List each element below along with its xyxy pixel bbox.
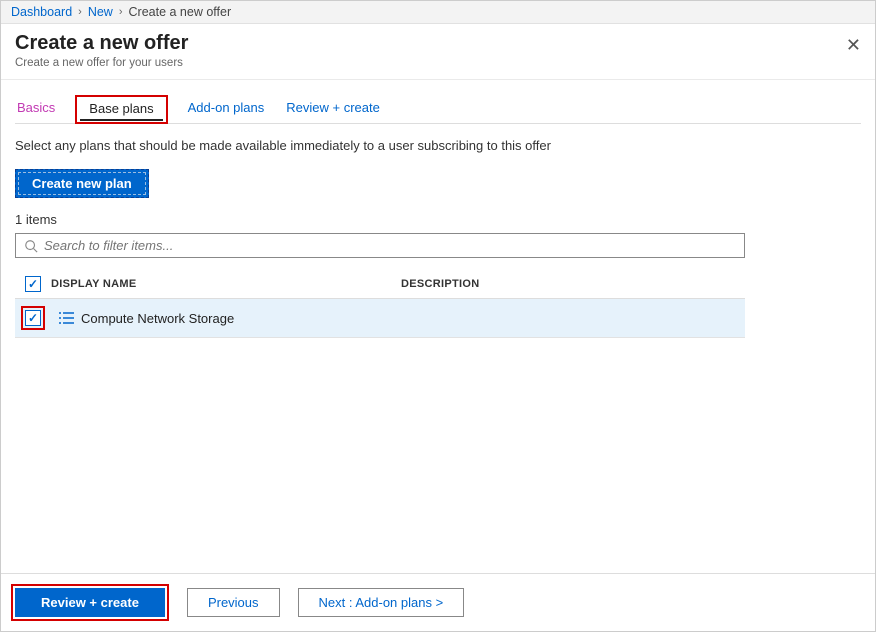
close-icon: ✕	[846, 35, 861, 55]
wizard-footer: Review + create Previous Next : Add-on p…	[1, 573, 875, 631]
row-checkbox[interactable]	[25, 310, 41, 326]
item-count: 1 items	[15, 212, 861, 227]
row-name: Compute Network Storage	[81, 311, 401, 326]
breadcrumb-link-dashboard[interactable]: Dashboard	[11, 5, 72, 19]
column-description[interactable]: DESCRIPTION	[401, 278, 745, 290]
tab-addon-plans[interactable]: Add-on plans	[186, 94, 267, 123]
breadcrumb-current: Create a new offer	[129, 5, 232, 19]
select-all-checkbox[interactable]	[25, 276, 41, 292]
column-display-name[interactable]: DISPLAY NAME	[51, 278, 401, 290]
tab-review-create[interactable]: Review + create	[284, 94, 382, 123]
tab-bar: Basics Base plans Add-on plans Review + …	[15, 94, 861, 124]
plans-table: DISPLAY NAME DESCRIPTION Compute Net	[15, 270, 745, 338]
plan-icon	[51, 310, 81, 326]
table-header: DISPLAY NAME DESCRIPTION	[15, 270, 745, 299]
breadcrumb-link-new[interactable]: New	[88, 5, 113, 19]
breadcrumb: Dashboard › New › Create a new offer	[1, 1, 875, 24]
previous-button[interactable]: Previous	[187, 588, 280, 617]
page-header: Create a new offer Create a new offer fo…	[1, 24, 875, 80]
close-button[interactable]: ✕	[846, 36, 861, 54]
tab-basics[interactable]: Basics	[15, 94, 57, 123]
chevron-right-icon: ›	[119, 6, 123, 18]
chevron-right-icon: ›	[78, 6, 82, 18]
review-create-button[interactable]: Review + create	[15, 588, 165, 617]
page-title: Create a new offer	[15, 32, 861, 55]
search-icon	[24, 239, 38, 253]
search-input[interactable]	[44, 238, 736, 253]
page-subtitle: Create a new offer for your users	[15, 57, 861, 69]
next-button[interactable]: Next : Add-on plans >	[298, 588, 465, 617]
search-field[interactable]	[15, 233, 745, 258]
table-row[interactable]: Compute Network Storage	[15, 299, 745, 338]
tab-description: Select any plans that should be made ava…	[15, 138, 861, 153]
create-new-plan-button[interactable]: Create new plan	[15, 169, 149, 198]
tab-base-plans[interactable]: Base plans	[75, 95, 167, 124]
